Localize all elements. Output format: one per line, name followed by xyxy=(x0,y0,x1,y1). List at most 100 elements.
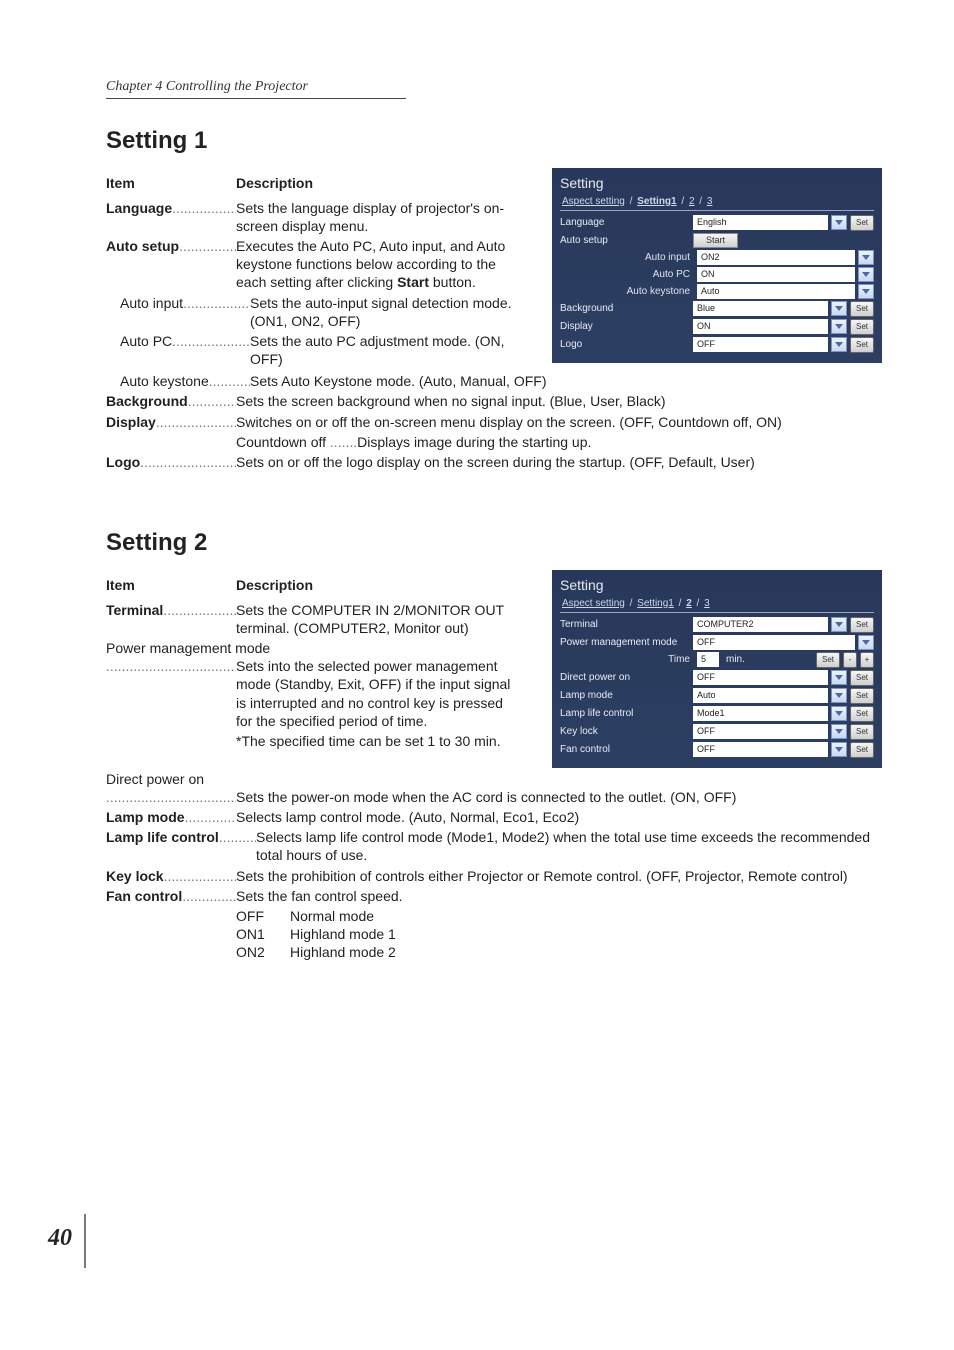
p1-background-select[interactable]: Blue xyxy=(693,301,828,316)
pmm-desc: Sets into the selected power management … xyxy=(236,657,522,730)
section2-title: Setting 2 xyxy=(106,527,882,558)
logo-desc: Sets on or off the logo display on the s… xyxy=(236,453,882,471)
p2-keylock-select[interactable]: OFF xyxy=(693,724,828,739)
chevron-down-icon[interactable] xyxy=(831,215,847,230)
p1-autosetup-label: Auto setup xyxy=(560,234,690,247)
p2-fan-set[interactable]: Set xyxy=(850,742,874,758)
tab2-setting1[interactable]: Setting1 xyxy=(637,598,674,609)
chevron-down-icon[interactable] xyxy=(858,250,874,265)
p1-display-label: Display xyxy=(560,320,690,333)
col-desc2: Description xyxy=(236,576,522,594)
p2-terminal-select[interactable]: COMPUTER2 xyxy=(693,617,828,632)
tab2-aspect[interactable]: Aspect setting xyxy=(562,598,625,609)
p1-autopc-select[interactable]: ON xyxy=(697,267,855,282)
autokey-term: Auto keystone xyxy=(120,372,209,390)
col-item2: Item xyxy=(106,576,236,594)
autopc-term: Auto PC xyxy=(120,332,172,350)
p2-terminal-label: Terminal xyxy=(560,618,690,631)
p2-time-input[interactable]: 5 xyxy=(697,652,719,667)
p1-language-set[interactable]: Set xyxy=(850,215,874,231)
p2-lamplife-set[interactable]: Set xyxy=(850,706,874,722)
p1-logo-select[interactable]: OFF xyxy=(693,337,828,352)
p1-display-set[interactable]: Set xyxy=(850,319,874,335)
p2-pmm-select[interactable]: OFF xyxy=(693,635,855,650)
chevron-down-icon[interactable] xyxy=(858,635,874,650)
p1-autokey-label: Auto keystone xyxy=(560,285,694,298)
chapter-header: Chapter 4 Controlling the Projector xyxy=(106,78,406,99)
background-term: Background xyxy=(106,392,188,410)
chevron-down-icon[interactable] xyxy=(831,724,847,739)
chevron-down-icon[interactable] xyxy=(831,670,847,685)
chevron-down-icon[interactable] xyxy=(831,301,847,316)
p2-lampmode-select[interactable]: Auto xyxy=(693,688,828,703)
autoinput-desc: Sets the auto-input signal detection mod… xyxy=(250,294,522,330)
page-number: 40 xyxy=(48,1223,72,1254)
chevron-down-icon[interactable] xyxy=(831,337,847,352)
tab-setting1[interactable]: Setting1 xyxy=(637,196,676,207)
autokey-desc: Sets Auto Keystone mode. (Auto, Manual, … xyxy=(250,372,882,390)
fan-off-v: Normal mode xyxy=(290,907,374,925)
p1-autoinput-select[interactable]: ON2 xyxy=(697,250,855,265)
p1-start-button[interactable]: Start xyxy=(693,233,738,248)
chevron-down-icon[interactable] xyxy=(831,742,847,757)
p2-fan-select[interactable]: OFF xyxy=(693,742,828,757)
col-item: Item xyxy=(106,174,236,192)
lampmode-desc: Selects lamp control mode. (Auto, Normal… xyxy=(236,808,882,826)
language-term: Language xyxy=(106,199,172,217)
p2-dpo-set[interactable]: Set xyxy=(850,670,874,686)
autopc-desc: Sets the auto PC adjustment mode. (ON, O… xyxy=(250,332,522,368)
p1-logo-set[interactable]: Set xyxy=(850,337,874,353)
dpo-desc: Sets the power-on mode when the AC cord … xyxy=(236,788,882,806)
p1-language-select[interactable]: English xyxy=(693,215,828,230)
tab-aspect[interactable]: Aspect setting xyxy=(562,196,625,207)
logo-term: Logo xyxy=(106,453,140,471)
p1-autoinput-label: Auto input xyxy=(560,251,694,264)
chevron-down-icon[interactable] xyxy=(858,284,874,299)
background-desc: Sets the screen background when no signa… xyxy=(236,392,882,410)
p1-language-label: Language xyxy=(560,216,690,229)
tab-2[interactable]: 2 xyxy=(689,196,695,207)
p1-autokey-select[interactable]: Auto xyxy=(697,284,855,299)
fan-on1-v: Highland mode 1 xyxy=(290,925,396,943)
p2-lamplife-select[interactable]: Mode1 xyxy=(693,706,828,721)
p2-time-minus[interactable]: - xyxy=(843,652,857,668)
fan-desc: Sets the fan control speed. xyxy=(236,887,882,905)
p1-background-set[interactable]: Set xyxy=(850,301,874,317)
fan-on1-k: ON1 xyxy=(236,925,290,943)
section1-title: Setting 1 xyxy=(106,125,882,156)
fan-on2-k: ON2 xyxy=(236,943,290,961)
terminal-desc: Sets the COMPUTER IN 2/MONITOR OUT termi… xyxy=(236,601,522,637)
p2-lampmode-set[interactable]: Set xyxy=(850,688,874,704)
p2-time-plus[interactable]: + xyxy=(860,652,874,668)
lampmode-term: Lamp mode xyxy=(106,808,185,826)
p2-dpo-label: Direct power on xyxy=(560,671,690,684)
lamplife-desc: Selects lamp life control mode (Mode1, M… xyxy=(256,828,882,864)
fan-off-k: OFF xyxy=(236,907,290,925)
chevron-down-icon[interactable] xyxy=(831,319,847,334)
panel2-title: Setting xyxy=(560,576,874,594)
lamplife-term: Lamp life control xyxy=(106,828,219,846)
chevron-down-icon[interactable] xyxy=(858,267,874,282)
chevron-down-icon[interactable] xyxy=(831,688,847,703)
setting2-panel: Setting Aspect setting / Setting1 / 2 / … xyxy=(552,570,882,767)
chevron-down-icon[interactable] xyxy=(831,617,847,632)
p2-terminal-set[interactable]: Set xyxy=(850,617,874,633)
p2-keylock-set[interactable]: Set xyxy=(850,724,874,740)
tab-3[interactable]: 3 xyxy=(707,196,713,207)
autoinput-term: Auto input xyxy=(120,294,183,312)
col-desc: Description xyxy=(236,174,522,192)
keylock-term: Key lock xyxy=(106,867,164,885)
pmm-note: *The specified time can be set 1 to 30 m… xyxy=(106,732,522,750)
chevron-down-icon[interactable] xyxy=(831,706,847,721)
p1-logo-label: Logo xyxy=(560,338,690,351)
p2-lampmode-label: Lamp mode xyxy=(560,689,690,702)
p2-pmm-label: Power management mode xyxy=(560,636,690,649)
dpo-head: Direct power on xyxy=(106,770,882,788)
p2-time-set[interactable]: Set xyxy=(816,652,840,668)
tab2-3[interactable]: 3 xyxy=(704,598,710,609)
p2-keylock-label: Key lock xyxy=(560,725,690,738)
panel1-tabs: Aspect setting / Setting1 / 2 / 3 xyxy=(560,195,874,211)
p2-dpo-select[interactable]: OFF xyxy=(693,670,828,685)
p1-display-select[interactable]: ON xyxy=(693,319,828,334)
tab2-2[interactable]: 2 xyxy=(686,598,692,609)
